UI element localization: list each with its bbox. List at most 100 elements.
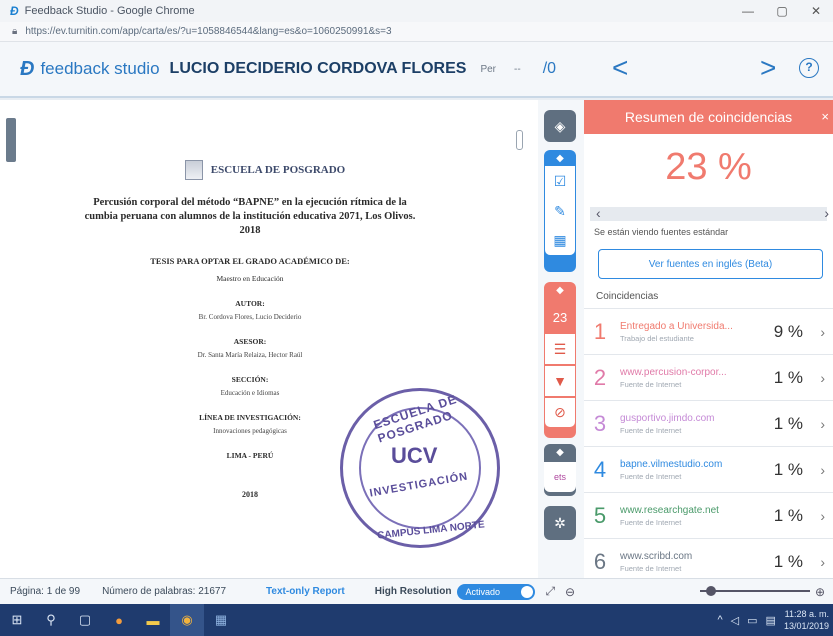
firefox-icon[interactable]: ● bbox=[102, 604, 136, 636]
keyboard-icon[interactable]: ▤ bbox=[766, 614, 776, 627]
volume-icon[interactable]: ◁ bbox=[731, 614, 739, 627]
tool-sidebar: ◈ ◆ ☑ ✎ ▦ ◆ 23 ☰ ▼ ⊘ ◆ ets ✲ bbox=[538, 100, 584, 578]
match-text: Entregado a Universida... Trabajo del est… bbox=[620, 321, 740, 343]
school-name: ESCUELA DE POSGRADO bbox=[210, 164, 346, 176]
chevron-right-icon[interactable]: › bbox=[820, 508, 825, 524]
zoom-out-icon[interactable]: ⊖ bbox=[565, 585, 575, 599]
section-heading: SECCIÓN: bbox=[231, 375, 269, 384]
grading-tools-group: ◆ ☑ ✎ ▦ bbox=[544, 150, 576, 272]
match-percentage: 1 % bbox=[773, 413, 803, 433]
previous-paper-button[interactable]: < bbox=[612, 50, 628, 86]
ucv-seal-stamp: ESCUELA DE POSGRADO UCV INVESTIGACIÓN CA… bbox=[340, 388, 500, 548]
match-number: 2 bbox=[593, 364, 607, 390]
match-row[interactable]: 3 gusportivo.jimdo.com Fuente de Internet 1… bbox=[584, 401, 833, 447]
similarity-count-badge[interactable]: 23 bbox=[544, 302, 576, 332]
system-tray: ^ ◁ ▭ ▤ 11:28 a. m. 13/01/2019 bbox=[718, 604, 833, 636]
english-sources-button[interactable]: Ver fuentes en inglés (Beta) bbox=[598, 249, 823, 279]
grid-icon[interactable]: ▦ bbox=[544, 226, 576, 256]
text-only-report-link[interactable]: Text-only Report bbox=[266, 586, 345, 597]
match-source-type: Fuente de Internet bbox=[620, 471, 682, 481]
high-resolution-toggle[interactable]: Activado bbox=[457, 583, 536, 600]
feedback-studio-logo-icon: Ɖ bbox=[10, 4, 19, 18]
exclude-icon[interactable]: ⊘ bbox=[544, 398, 576, 428]
school-crest-icon bbox=[184, 160, 203, 180]
grade-value[interactable]: /0 bbox=[543, 60, 556, 78]
url-text[interactable]: https://ev.turnitin.com/app/carta/es/?u=… bbox=[25, 26, 391, 37]
match-source: bapne.vilmestudio.com bbox=[620, 458, 723, 470]
match-number: 4 bbox=[593, 456, 607, 482]
minimize-button[interactable]: — bbox=[731, 0, 765, 22]
chevron-right-icon[interactable]: › bbox=[820, 416, 825, 432]
match-percentage: 1 % bbox=[773, 551, 803, 571]
app-icon[interactable]: ▦ bbox=[204, 604, 238, 636]
search-icon[interactable]: ⚲ bbox=[34, 604, 68, 636]
layers-icon[interactable]: ◈ bbox=[544, 111, 576, 141]
chrome-icon[interactable]: ◉ bbox=[170, 604, 204, 636]
match-row[interactable]: 2 www.percusion-corpor... Fuente de Intern… bbox=[584, 355, 833, 401]
author-value: Br. Cordova Flores, Lucio Deciderio bbox=[198, 313, 302, 321]
panel-header: Resumen de coincidencias × bbox=[584, 100, 833, 134]
chevron-right-icon[interactable]: › bbox=[820, 554, 825, 570]
side-panel-handle[interactable] bbox=[6, 118, 16, 162]
feedback-studio-icon: Ɖ bbox=[20, 57, 35, 80]
document-scrollbar[interactable] bbox=[516, 130, 523, 150]
match-number: 5 bbox=[593, 502, 607, 528]
tray-expand-icon[interactable]: ^ bbox=[718, 614, 723, 626]
next-paper-button[interactable]: > bbox=[760, 50, 776, 86]
advisor-heading: ASESOR: bbox=[233, 337, 267, 346]
match-source-type: Fuente de Internet bbox=[620, 563, 682, 573]
ets-layer-icon: ◆ bbox=[556, 446, 564, 458]
toggle-knob bbox=[521, 585, 534, 598]
advisor-value: Dr. Santa María Relaiza, Hector Raúl bbox=[197, 351, 303, 359]
chevron-right-icon[interactable]: › bbox=[820, 324, 825, 340]
grading-layer-icon: ◆ bbox=[556, 152, 564, 164]
brand-name: feedback studio bbox=[40, 59, 160, 78]
match-number: 1 bbox=[593, 318, 607, 344]
match-percentage: 1 % bbox=[773, 505, 803, 525]
previous-source-icon[interactable]: ‹ bbox=[596, 205, 601, 221]
matches-label: Coincidencias bbox=[596, 291, 659, 302]
match-row[interactable]: 5 www.researchgate.net Fuente de Internet 1… bbox=[584, 493, 833, 539]
funnel-icon[interactable]: ▼ bbox=[544, 366, 576, 396]
match-row[interactable]: 4 bapne.vilmestudio.com Fuente de Internet… bbox=[584, 447, 833, 493]
next-source-icon[interactable]: › bbox=[824, 205, 829, 221]
clock[interactable]: 11:28 a. m. 13/01/2019 bbox=[784, 608, 829, 632]
address-bar[interactable]: 🔒︎ https://ev.turnitin.com/app/carta/es/… bbox=[0, 22, 833, 42]
edit-icon[interactable]: ✎ bbox=[544, 196, 576, 226]
close-window-button[interactable]: ✕ bbox=[799, 0, 833, 22]
match-source: Entregado a Universida... bbox=[620, 320, 733, 332]
source-nav-bar: ‹ › bbox=[590, 205, 829, 221]
section-value: Educación e Idiomas bbox=[220, 389, 280, 397]
clock-time: 11:28 a. m. bbox=[784, 609, 829, 619]
close-panel-icon[interactable]: × bbox=[821, 109, 829, 124]
similarity-layer-icon: ◆ bbox=[556, 284, 564, 296]
ets-icon[interactable]: ets bbox=[544, 462, 576, 492]
match-text: gusportivo.jimdo.com Fuente de Internet bbox=[620, 413, 740, 435]
match-row[interactable]: 1 Entregado a Universida... Trabajo del es… bbox=[584, 309, 833, 355]
network-icon[interactable]: ▭ bbox=[747, 614, 757, 627]
zoom-slider[interactable] bbox=[700, 586, 810, 596]
match-number: 3 bbox=[593, 410, 607, 436]
maximize-button[interactable]: ▢ bbox=[765, 0, 799, 22]
file-explorer-icon[interactable]: ▬ bbox=[136, 604, 170, 636]
chevron-right-icon[interactable]: › bbox=[820, 370, 825, 386]
check-icon[interactable]: ☑ bbox=[544, 166, 576, 196]
match-overview-panel: Resumen de coincidencias × 23 % ‹ › Se e… bbox=[584, 100, 833, 585]
window-title: Feedback Studio - Google Chrome bbox=[24, 5, 195, 17]
chevron-right-icon[interactable]: › bbox=[820, 462, 825, 478]
zoom-slider-handle[interactable] bbox=[706, 586, 716, 596]
task-view-icon[interactable]: ▢ bbox=[68, 604, 102, 636]
match-percentage: 1 % bbox=[773, 367, 803, 387]
match-source-type: Fuente de Internet bbox=[620, 517, 682, 527]
window-titlebar: Ɖ Feedback Studio - Google Chrome — ▢ ✕ bbox=[0, 0, 833, 22]
matches-list: 1 Entregado a Universida... Trabajo del es… bbox=[584, 308, 833, 585]
zoom-in-icon[interactable]: ⊕ bbox=[815, 585, 825, 599]
toggle-label: Activado bbox=[465, 586, 500, 597]
author-heading: AUTOR: bbox=[235, 299, 265, 308]
filter-icon[interactable]: ☰ bbox=[544, 334, 576, 364]
help-icon[interactable]: ? bbox=[799, 58, 819, 78]
gear-icon[interactable]: ✲ bbox=[544, 508, 576, 538]
windows-start-icon[interactable]: ⊞ bbox=[0, 604, 34, 636]
app-header: Ɖ feedback studio LUCIO DECIDERIO CORDOV… bbox=[0, 42, 833, 98]
fit-screen-icon[interactable]: ⤢ bbox=[545, 584, 555, 599]
